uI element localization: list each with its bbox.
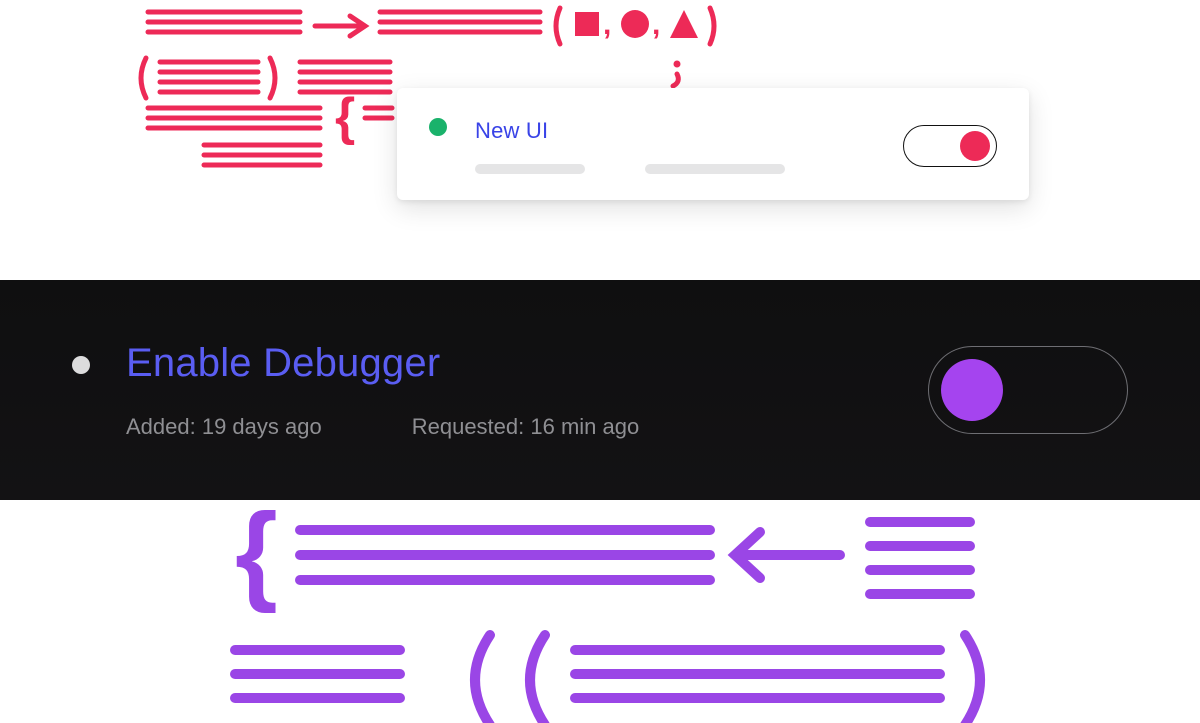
feature-card-enable-debugger: Enable Debugger Added: 19 days ago Reque…: [0, 280, 1200, 500]
meta-placeholder: [475, 164, 585, 174]
status-dot-active: [429, 118, 447, 136]
feature-meta-added: Added: 19 days ago: [126, 414, 322, 440]
svg-text:,: ,: [603, 8, 611, 41]
feature-meta-requested: Requested: 16 min ago: [412, 414, 640, 440]
feature-title: New UI: [475, 118, 883, 144]
svg-text:{: {: [235, 500, 278, 614]
toggle-knob: [960, 131, 990, 161]
feature-toggle[interactable]: [928, 346, 1128, 434]
feature-title: Enable Debugger: [126, 341, 928, 386]
status-dot-inactive: [72, 356, 90, 374]
toggle-knob: [941, 359, 1003, 421]
code-decoration-purple: {: [0, 500, 1200, 723]
feature-toggle[interactable]: [903, 125, 997, 167]
svg-text:,: ,: [652, 8, 660, 41]
feature-meta-placeholder: [475, 164, 883, 174]
svg-text:{: {: [335, 88, 355, 146]
feature-card-new-ui: New UI: [397, 88, 1029, 200]
meta-placeholder: [645, 164, 785, 174]
